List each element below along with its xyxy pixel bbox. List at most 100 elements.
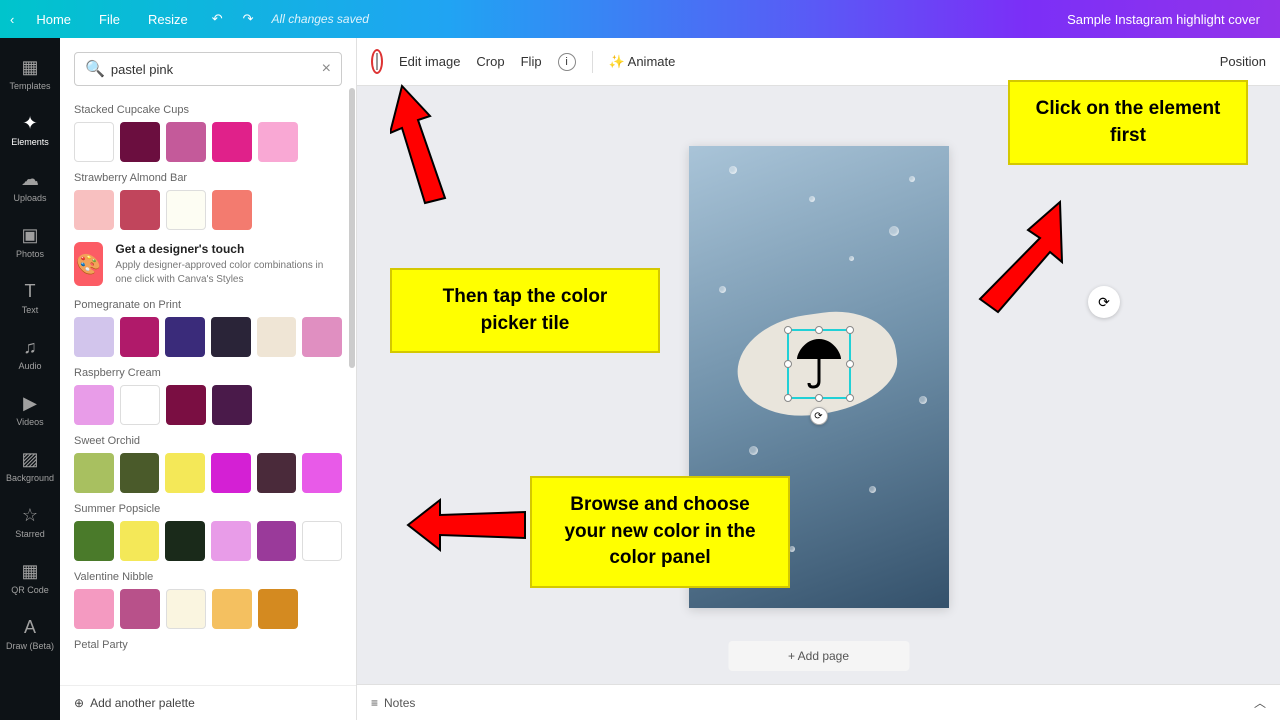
color-swatch[interactable] [302, 317, 342, 357]
color-picker-tile[interactable] [376, 53, 378, 70]
add-page-button[interactable]: + Add page [728, 641, 909, 671]
color-swatch[interactable] [74, 317, 114, 357]
resize-handle[interactable] [846, 360, 854, 368]
color-swatch[interactable] [257, 453, 297, 493]
position-button[interactable]: Position [1220, 54, 1266, 69]
sidebar-item-background[interactable]: ▨Background [0, 438, 60, 494]
color-swatch[interactable] [120, 122, 160, 162]
tutorial-callout-3: Browse and choose your new color in the … [530, 476, 790, 588]
animate-button[interactable]: ✨ Animate [609, 54, 676, 70]
color-swatch[interactable] [74, 589, 114, 629]
sidebar-item-label: Templates [9, 81, 50, 91]
scrollbar-thumb[interactable] [349, 88, 355, 368]
resize-menu[interactable]: Resize [134, 6, 202, 33]
crop-button[interactable]: Crop [476, 54, 504, 69]
resize-handle[interactable] [846, 326, 854, 334]
edit-image-button[interactable]: Edit image [399, 54, 460, 69]
home-menu[interactable]: Home [22, 6, 85, 33]
color-swatch[interactable] [74, 122, 114, 162]
color-swatch[interactable] [74, 190, 114, 230]
color-swatch[interactable] [211, 453, 251, 493]
elements-icon: ✦ [22, 113, 37, 134]
palette-icon: 🎨 [74, 242, 103, 286]
color-swatch[interactable] [74, 521, 114, 561]
designer-promo[interactable]: 🎨Get a designer's touchApply designer-ap… [74, 242, 342, 287]
regenerate-icon[interactable]: ⟳ [1088, 286, 1120, 318]
resize-handle[interactable] [784, 394, 792, 402]
color-swatch[interactable] [258, 589, 298, 629]
sidebar-item-label: Text [22, 305, 39, 315]
videos-icon: ▶ [23, 393, 37, 414]
color-swatch[interactable] [165, 317, 205, 357]
sidebar-item-elements[interactable]: ✦Elements [0, 102, 60, 158]
sidebar-item-label: Videos [16, 417, 43, 427]
color-swatch[interactable] [258, 122, 298, 162]
color-swatch[interactable] [74, 453, 114, 493]
notes-icon[interactable]: ≡ [371, 696, 378, 710]
color-swatch[interactable] [166, 385, 206, 425]
color-swatch[interactable] [120, 453, 160, 493]
color-swatch[interactable] [120, 589, 160, 629]
color-swatch[interactable] [166, 190, 206, 230]
color-swatch[interactable] [166, 589, 206, 629]
photos-icon: ▣ [21, 225, 38, 246]
starred-icon: ☆ [22, 505, 38, 526]
palette-title: Pomegranate on Print [74, 299, 342, 311]
sidebar-item-starred[interactable]: ☆Starred [0, 494, 60, 550]
sidebar-item-templates[interactable]: ▦Templates [0, 46, 60, 102]
color-swatch[interactable] [257, 317, 297, 357]
color-swatch[interactable] [257, 521, 297, 561]
info-icon[interactable]: i [558, 53, 576, 71]
canvas-viewport[interactable]: ⟳ ⟳ + Add page [357, 86, 1280, 684]
rotate-handle[interactable]: ⟳ [810, 407, 828, 425]
color-swatch[interactable] [212, 122, 252, 162]
color-swatch[interactable] [211, 317, 251, 357]
collapse-icon[interactable]: ︿ [1254, 694, 1266, 711]
audio-icon: ♫ [23, 337, 37, 358]
sidebar-item-uploads[interactable]: ☁Uploads [0, 158, 60, 214]
color-swatch[interactable] [74, 385, 114, 425]
flip-button[interactable]: Flip [521, 54, 542, 69]
color-swatch[interactable] [165, 521, 205, 561]
palette-title: Stacked Cupcake Cups [74, 104, 342, 116]
undo-icon[interactable]: ↶ [202, 5, 233, 33]
notes-button[interactable]: Notes [384, 696, 415, 710]
color-swatch[interactable] [120, 521, 160, 561]
sidebar-item-text[interactable]: TText [0, 270, 60, 326]
promo-title: Get a designer's touch [115, 242, 342, 256]
color-panel: 🔍 × Stacked Cupcake CupsStrawberry Almon… [60, 38, 357, 720]
resize-handle[interactable] [846, 394, 854, 402]
color-swatch[interactable] [212, 385, 252, 425]
selected-element-umbrella[interactable]: ⟳ [787, 329, 851, 399]
color-swatch[interactable] [302, 521, 342, 561]
color-search-input[interactable]: 🔍 × [74, 52, 342, 86]
resize-handle[interactable] [784, 326, 792, 334]
color-swatch[interactable] [166, 122, 206, 162]
color-swatch[interactable] [165, 453, 205, 493]
sidebar-item-label: Background [6, 473, 54, 483]
resize-handle[interactable] [784, 360, 792, 368]
color-swatch[interactable] [120, 190, 160, 230]
sidebar-item-photos[interactable]: ▣Photos [0, 214, 60, 270]
color-swatch[interactable] [212, 589, 252, 629]
document-title[interactable]: Sample Instagram highlight cover [1067, 12, 1260, 27]
clear-search-icon[interactable]: × [322, 60, 331, 78]
palette-title: Petal Party [74, 639, 342, 651]
add-palette-button[interactable]: ⊕ Add another palette [60, 685, 356, 720]
resize-handle[interactable] [815, 326, 823, 334]
back-icon[interactable]: ‹ [10, 12, 14, 27]
sidebar-item-videos[interactable]: ▶ Videos [0, 382, 60, 438]
search-field[interactable] [111, 62, 322, 77]
color-swatch[interactable] [212, 190, 252, 230]
color-swatch[interactable] [120, 385, 160, 425]
color-swatch[interactable] [211, 521, 251, 561]
color-swatch[interactable] [120, 317, 160, 357]
sidebar-item-drawbeta[interactable]: ADraw (Beta) [0, 606, 60, 662]
color-swatch[interactable] [302, 453, 342, 493]
bottom-bar: ≡ Notes ︿ [357, 684, 1280, 720]
redo-icon[interactable]: ↷ [233, 5, 264, 33]
sidebar-item-audio[interactable]: ♫Audio [0, 326, 60, 382]
resize-handle[interactable] [815, 394, 823, 402]
sidebar-item-qrcode[interactable]: ▦QR Code [0, 550, 60, 606]
file-menu[interactable]: File [85, 6, 134, 33]
